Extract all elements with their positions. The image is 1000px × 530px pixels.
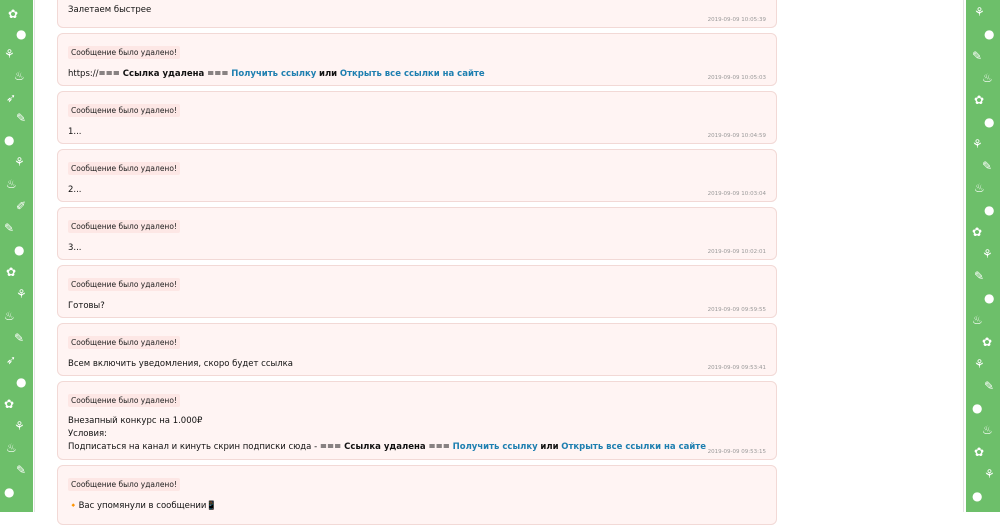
doodle-icon: ⚘ — [974, 5, 985, 19]
doodle-icon: ♨ — [6, 177, 17, 191]
deleted-badge: Сообщение было удалено! — [68, 478, 180, 491]
doodle-icon: ✎ — [972, 49, 983, 63]
get-link-button[interactable]: Получить ссылку — [453, 442, 538, 452]
message-card: Сообщение было удалено! 2... 2019-09-09 … — [57, 149, 777, 202]
message-timestamp: 2019-09-09 10:05:39 — [707, 17, 766, 23]
doodle-icon: ⚘ — [984, 467, 995, 481]
doodle-icon: ● — [984, 115, 995, 129]
or-label: или — [540, 442, 559, 452]
doodle-icon: ⚘ — [16, 287, 27, 301]
doodle-icon: ⚘ — [14, 419, 25, 433]
message-text: 🔸Вас упомянули в сообщении📱 — [68, 501, 218, 511]
doodle-icon: ♨ — [982, 71, 993, 85]
doodle-icon: ✿ — [974, 93, 985, 107]
message-card: Сообщение было удалено! https://=== Ссыл… — [57, 33, 777, 86]
doodle-icon: ♨ — [972, 313, 983, 327]
doodle-icon: ✎ — [14, 331, 25, 345]
doodle-icon: ♨ — [6, 441, 17, 455]
url-prefix: https:// — [68, 69, 99, 79]
doodle-icon: ✿ — [982, 335, 993, 349]
sidebar-divider — [964, 0, 966, 512]
doodle-icon: ● — [4, 485, 15, 499]
doodle-icon: ✎ — [974, 269, 985, 283]
doodle-icon: ✎ — [982, 159, 993, 173]
doodle-icon: ● — [984, 27, 995, 41]
deleted-badge: Сообщение было удалено! — [68, 46, 180, 59]
link-removed-label: === Ссылка удалена === — [319, 442, 450, 452]
doodle-icon: ✎ — [984, 379, 995, 393]
message-feed-area[interactable]: Залетаем быстрее 2019-09-09 10:05:39 Соо… — [34, 0, 964, 525]
message-card: Сообщение было удалено! Внезапный конкур… — [57, 381, 777, 460]
message-timestamp: 2019-09-09 09:53:41 — [707, 365, 766, 371]
doodle-icon: ● — [984, 203, 995, 217]
message-timestamp: 2019-09-09 10:02:01 — [707, 249, 766, 255]
message-text: Готовы? — [68, 301, 105, 311]
doodle-icon: ➶ — [6, 353, 17, 367]
message-card: Сообщение было удалено! 3... 2019-09-09 … — [57, 207, 777, 260]
doodle-icon: ● — [4, 133, 15, 147]
message-text: https://=== Ссылка удалена === Получить … — [68, 68, 766, 81]
message-line: Подписаться на канал и кинуть скрин подп… — [68, 441, 766, 454]
doodle-icon: ✎ — [16, 463, 27, 477]
message-timestamp: 2019-09-09 09:53:15 — [707, 449, 766, 455]
doodle-icon: ✿ — [974, 445, 985, 459]
doodle-icon: ✎ — [16, 111, 27, 125]
message-card: Залетаем быстрее 2019-09-09 10:05:39 — [57, 0, 777, 28]
doodle-icon: ⚘ — [4, 47, 15, 61]
message-text: Залетаем быстрее — [68, 5, 152, 15]
doodle-icon: ♨ — [14, 69, 25, 83]
get-link-button[interactable]: Получить ссылку — [231, 69, 316, 79]
message-text: Всем включить уведомления, скоро будет с… — [68, 359, 293, 369]
message-card: Сообщение было удалено! 🔸Вас упомянули в… — [57, 465, 777, 525]
message-timestamp: 2019-09-09 10:04:59 — [707, 133, 766, 139]
deleted-badge: Сообщение было удалено! — [68, 162, 180, 175]
doodle-icon: ● — [972, 401, 983, 415]
doodle-icon: ● — [14, 243, 25, 257]
doodle-icon: ♨ — [982, 423, 993, 437]
open-all-links-button[interactable]: Открыть все ссылки на сайте — [561, 442, 706, 452]
doodle-icon: ✿ — [6, 265, 17, 279]
deleted-badge: Сообщение было удалено! — [68, 278, 180, 291]
doodle-icon: ✿ — [972, 225, 983, 239]
link-removed-label: === Ссылка удалена === — [98, 69, 229, 79]
or-label: или — [319, 69, 338, 79]
doodle-icon: ⚘ — [14, 155, 25, 169]
doodle-icon: ⚘ — [982, 247, 993, 261]
message-line-prefix: Подписаться на канал и кинуть скрин подп… — [68, 442, 320, 452]
deleted-badge: Сообщение было удалено! — [68, 336, 180, 349]
message-text: Внезапный конкурс на 1.000₽ Условия: Под… — [68, 415, 766, 454]
doodle-icon: ✐ — [16, 199, 27, 213]
message-text: 1... — [68, 127, 82, 137]
message-text: 2... — [68, 185, 82, 195]
message-timestamp: 2019-09-09 10:03:04 — [707, 191, 766, 197]
doodle-icon: ● — [972, 489, 983, 503]
doodle-icon: ✎ — [4, 221, 15, 235]
doodle-icon: ➶ — [6, 91, 17, 105]
right-decorative-sidebar: ⚘ ● ✎ ♨ ✿ ● ⚘ ✎ ♨ ● ✿ ⚘ ✎ ● ♨ ✿ ⚘ ✎ ● ♨ … — [964, 0, 1000, 512]
doodle-icon: ● — [16, 375, 27, 389]
deleted-badge: Сообщение было удалено! — [68, 394, 180, 407]
open-all-links-button[interactable]: Открыть все ссылки на сайте — [340, 69, 485, 79]
message-text: 3... — [68, 243, 82, 253]
message-card: Сообщение было удалено! 1... 2019-09-09 … — [57, 91, 777, 144]
left-decorative-sidebar: ✿ ● ⚘ ♨ ➶ ✎ ● ⚘ ♨ ✐ ✎ ● ✿ ⚘ ♨ ✎ ➶ ● ✿ ⚘ … — [0, 0, 34, 512]
doodle-icon: ♨ — [4, 309, 15, 323]
doodle-icon: ● — [16, 27, 27, 41]
deleted-badge: Сообщение было удалено! — [68, 104, 180, 117]
doodle-icon: ✿ — [8, 7, 19, 21]
message-card: Сообщение было удалено! Готовы? 2019-09-… — [57, 265, 777, 318]
message-timestamp: 2019-09-09 10:05:03 — [707, 75, 766, 81]
message-line: Внезапный конкурс на 1.000₽ — [68, 416, 203, 426]
deleted-badge: Сообщение было удалено! — [68, 220, 180, 233]
doodle-icon: ⚘ — [974, 357, 985, 371]
doodle-icon: ● — [984, 291, 995, 305]
message-timestamp: 2019-09-09 09:59:55 — [707, 307, 766, 313]
message-card: Сообщение было удалено! Всем включить ув… — [57, 323, 777, 376]
message-line: Условия: — [68, 429, 107, 439]
doodle-icon: ⚘ — [972, 137, 983, 151]
message-feed: Залетаем быстрее 2019-09-09 10:05:39 Соо… — [57, 0, 777, 530]
doodle-icon: ✿ — [4, 397, 15, 411]
doodle-icon: ♨ — [974, 181, 985, 195]
